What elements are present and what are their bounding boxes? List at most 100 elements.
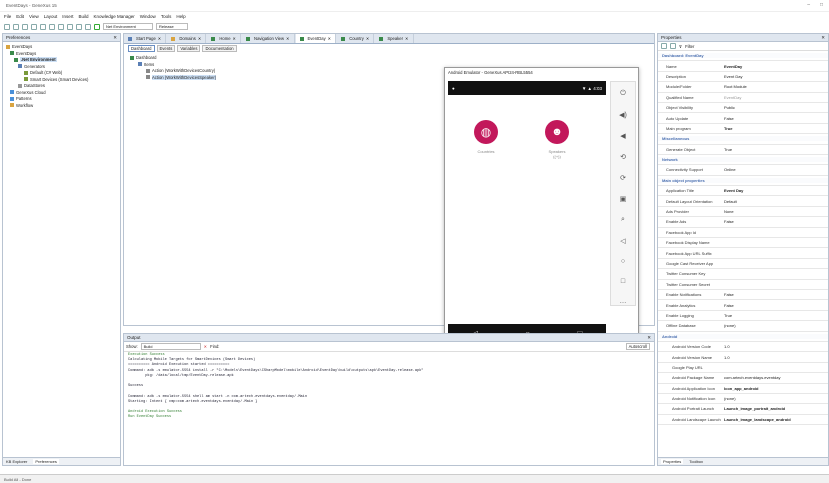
menu-help[interactable]: Help <box>176 14 185 19</box>
zoom-icon[interactable]: ⌕ <box>621 216 625 224</box>
property-value[interactable]: (none) <box>722 323 828 328</box>
property-row[interactable]: Default Layout Orientation Default <box>658 196 828 207</box>
property-value[interactable]: 1.0 <box>722 355 828 360</box>
property-row[interactable]: Android Version Code 1.0 <box>658 342 828 353</box>
property-row[interactable]: Object Visibility Public <box>658 103 828 114</box>
subtab-dashboard[interactable]: Dashboard <box>128 45 155 52</box>
property-value[interactable]: True <box>722 147 828 152</box>
menu-view[interactable]: View <box>29 14 39 19</box>
property-value[interactable]: Launch_image_portrait_android <box>722 406 828 411</box>
copy-icon[interactable] <box>49 23 55 30</box>
tab-properties[interactable]: Properties <box>661 459 684 464</box>
save-icon[interactable] <box>22 23 28 30</box>
property-value[interactable]: Event Day <box>722 188 828 193</box>
property-row[interactable]: Android Version Name 1.0 <box>658 352 828 363</box>
property-value[interactable]: Online <box>722 167 828 172</box>
menu-file[interactable]: File <box>4 14 11 19</box>
config-select[interactable]: Release <box>156 23 188 30</box>
menu-tools[interactable]: Tools <box>161 14 172 19</box>
property-value[interactable]: False <box>722 292 828 297</box>
tab-home[interactable]: Home ✕ <box>207 34 242 43</box>
tab-speaker[interactable]: Speaker ✕ <box>375 34 414 43</box>
close-icon[interactable]: ✕ <box>647 335 654 341</box>
clear-icon[interactable]: ✕ <box>204 344 208 349</box>
open-icon[interactable] <box>13 23 19 30</box>
dashboard-item-speakers[interactable]: ☻ Speakers ((+)) <box>544 120 570 159</box>
menu-build[interactable]: Build <box>79 14 89 19</box>
property-value[interactable]: True <box>722 126 828 131</box>
menu-insert[interactable]: Insert <box>62 14 73 19</box>
volume-down-icon[interactable]: ◀ <box>620 132 625 140</box>
property-value[interactable]: (none) <box>722 396 828 401</box>
paste-icon[interactable] <box>58 23 64 30</box>
categorized-icon[interactable] <box>661 43 667 49</box>
property-row[interactable]: Ads Provider None <box>658 207 828 218</box>
undo-icon[interactable] <box>67 23 73 30</box>
tree-item[interactable]: Workflow <box>6 103 120 110</box>
property-row[interactable]: Application Title Event Day <box>658 186 828 197</box>
property-row[interactable]: Main program True <box>658 124 828 135</box>
property-row[interactable]: Enable Ads False <box>658 217 828 228</box>
property-row[interactable]: Google Cast Receiver App <box>658 259 828 270</box>
autoscroll-toggle[interactable]: Autoscroll <box>625 343 650 350</box>
property-row[interactable]: Facebook App URL Suffix <box>658 248 828 259</box>
property-row[interactable]: Generate Object True <box>658 145 828 155</box>
property-value[interactable]: None <box>722 209 828 214</box>
property-value[interactable]: Root Module <box>722 84 828 89</box>
cut-icon[interactable] <box>40 23 46 30</box>
redo-icon[interactable] <box>76 23 82 30</box>
tab-navigation-view[interactable]: Navigation View ✕ <box>242 34 295 43</box>
property-category[interactable]: Android <box>658 332 828 342</box>
property-row[interactable]: Twitter Consumer Secret <box>658 280 828 290</box>
subtab-variables[interactable]: Variables <box>177 45 201 52</box>
property-row[interactable]: Module/Folder Root Module <box>658 82 828 93</box>
back-control-icon[interactable]: ◁ <box>620 237 625 245</box>
menu-edit[interactable]: Edit <box>16 14 24 19</box>
property-row[interactable]: Google Play URL <box>658 363 828 374</box>
property-value[interactable]: False <box>722 303 828 308</box>
property-row[interactable]: Facebook App Id <box>658 228 828 239</box>
minimize-button[interactable]: – <box>807 2 810 8</box>
property-row[interactable]: Auto Update False <box>658 113 828 124</box>
property-value[interactable]: 1.0 <box>722 344 828 349</box>
tab-preferences[interactable]: Preferences <box>33 459 59 464</box>
property-value[interactable]: False <box>722 219 828 224</box>
property-category[interactable]: Main object properties <box>658 176 828 187</box>
property-row[interactable]: Offline Database (none) <box>658 321 828 332</box>
property-row[interactable]: Connectivity Support Online <box>658 165 828 176</box>
close-icon[interactable]: ✕ <box>113 35 120 41</box>
home-control-icon[interactable]: ○ <box>621 258 625 265</box>
property-value[interactable]: EventDay <box>722 95 828 100</box>
subtab-documentation[interactable]: Documentation <box>202 45 237 52</box>
new-icon[interactable] <box>4 23 10 30</box>
save-all-icon[interactable] <box>31 23 37 30</box>
show-select[interactable]: Build <box>140 343 201 350</box>
run-icon[interactable] <box>94 23 100 30</box>
tab-domains[interactable]: Domains ✕ <box>167 34 207 43</box>
property-value[interactable]: Launch_image_landscape_android <box>722 417 828 422</box>
property-row[interactable]: Name EventDay <box>658 61 828 72</box>
dashboard-item-countries[interactable]: ◍ Countries <box>473 120 499 154</box>
build-icon[interactable] <box>85 23 91 30</box>
overview-icon[interactable]: □ <box>621 278 625 285</box>
camera-icon[interactable]: ▣ <box>620 195 627 203</box>
property-row[interactable]: Android Landscape Launch Launch_image_lan… <box>658 415 828 426</box>
property-row[interactable]: Enable Logging True <box>658 311 828 322</box>
volume-up-icon[interactable]: ◀) <box>619 111 627 119</box>
property-value[interactable]: Public <box>722 105 828 110</box>
property-value[interactable]: Icon_app_android <box>722 386 828 391</box>
sort-icon[interactable] <box>670 43 676 49</box>
property-row[interactable]: Android Portrait Launch Launch_image_port… <box>658 404 828 415</box>
property-category[interactable]: Dashboard: EventDay <box>658 51 828 62</box>
property-row[interactable]: Android Application Icon Icon_app_android <box>658 384 828 394</box>
power-icon[interactable]: ⏻ <box>620 90 626 98</box>
tab-start-page[interactable]: Start Page ✕ <box>124 34 167 43</box>
property-value[interactable]: Default <box>722 199 828 204</box>
property-value[interactable]: com.artech.eventdays.eventday <box>722 375 828 380</box>
property-row[interactable]: Qualified Name EventDay <box>658 93 828 103</box>
tab-country[interactable]: Country ✕ <box>337 34 375 43</box>
environment-select[interactable]: Net Environment <box>103 23 153 30</box>
property-row[interactable]: Facebook Display Name <box>658 238 828 249</box>
property-row[interactable]: Enable Analytics False <box>658 300 828 311</box>
rotate-left-icon[interactable]: ⟲ <box>620 153 626 161</box>
